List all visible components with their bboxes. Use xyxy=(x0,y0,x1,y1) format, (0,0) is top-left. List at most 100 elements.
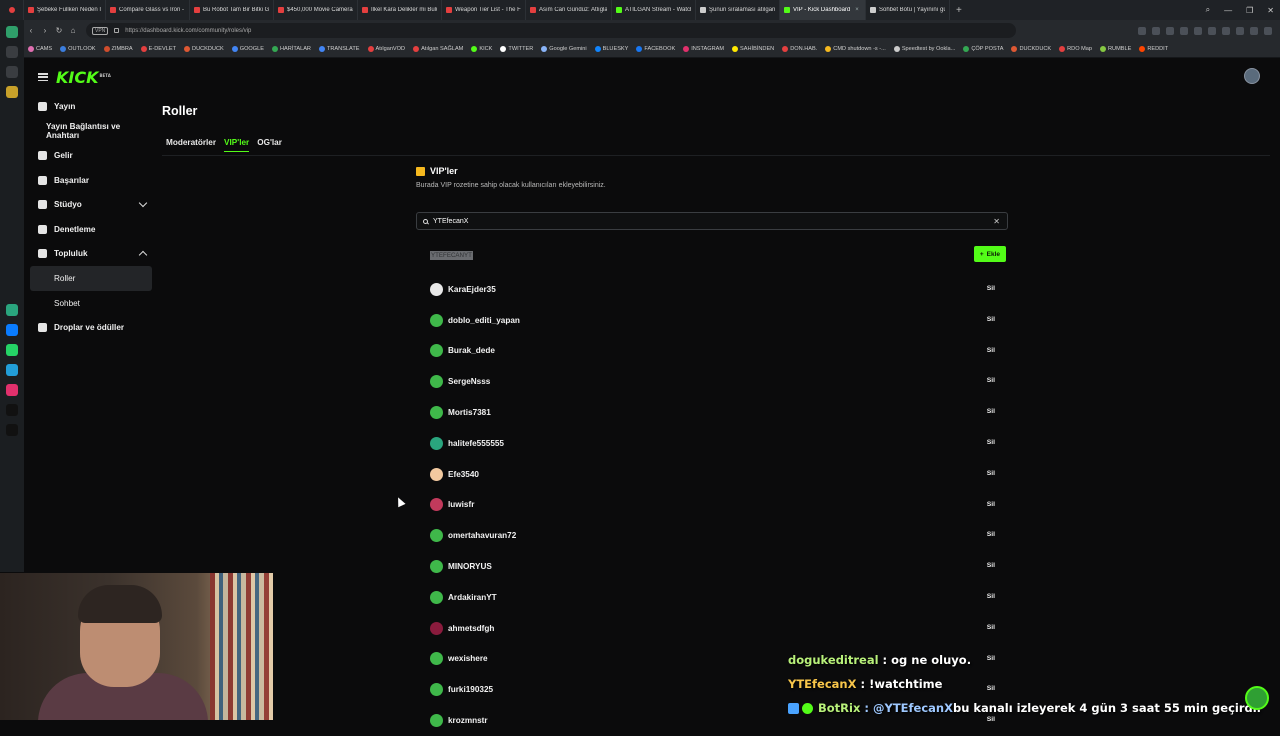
history-icon[interactable] xyxy=(6,66,18,78)
bookmark-item[interactable]: DUCKDUCK xyxy=(1007,46,1055,52)
vip-username[interactable]: wexishere xyxy=(448,654,488,663)
url-text[interactable]: https://dashboard.kick.com/community/rol… xyxy=(125,28,251,34)
remove-vip-button[interactable]: Sil xyxy=(987,531,995,538)
extension-icon[interactable] xyxy=(1180,26,1188,35)
sidebar-item-roller[interactable]: Roller xyxy=(30,266,152,291)
vip-username[interactable]: Burak_dede xyxy=(448,346,495,355)
browser-tab[interactable]: $450,000 Movie Camera xyxy=(274,0,358,20)
vip-search-input[interactable]: YTEfecanX ✕ xyxy=(416,212,1008,230)
sidebar-item-stdyo[interactable]: Stüdyo xyxy=(30,192,152,217)
remove-vip-button[interactable]: Sil xyxy=(987,501,995,508)
clear-search-icon[interactable]: ✕ xyxy=(993,217,1000,226)
bookmark-item[interactable]: FACEBOOK xyxy=(632,46,679,52)
sidebar-item-baarlar[interactable]: Başarılar xyxy=(30,168,152,193)
lock-icon[interactable] xyxy=(114,28,120,33)
tab-moderatrler[interactable]: Moderatörler xyxy=(166,138,216,152)
bookmark-item[interactable]: RUMBLE xyxy=(1096,46,1135,52)
new-tab-icon[interactable]: + xyxy=(950,5,968,16)
vip-username[interactable]: ahmetsdfgh xyxy=(448,624,494,633)
user-avatar[interactable] xyxy=(1244,68,1260,84)
remove-vip-button[interactable]: Sil xyxy=(987,408,995,415)
vip-username[interactable]: Efe3540 xyxy=(448,470,479,479)
browser-tab[interactable]: Weapon Tier List - The Fo xyxy=(442,0,526,20)
messenger-icon[interactable] xyxy=(6,324,18,336)
extension-icon[interactable] xyxy=(1236,26,1244,35)
sidebar-item-yayn[interactable]: Yayın Bağlantısı ve Anahtarı xyxy=(30,119,152,144)
vpn-badge[interactable]: VPN xyxy=(92,26,109,35)
bookmark-item[interactable]: REDDIT xyxy=(1135,46,1172,52)
search-tabs-icon[interactable]: ⌕ xyxy=(1206,5,1210,15)
browser-menu-icon[interactable] xyxy=(0,0,24,20)
remove-vip-button[interactable]: Sil xyxy=(987,285,995,292)
vip-username[interactable]: SergeNsss xyxy=(448,377,490,386)
extension-icon[interactable] xyxy=(1166,26,1174,35)
sidebar-item-denetleme[interactable]: Denetleme xyxy=(30,217,152,242)
vip-username[interactable]: luwisfr xyxy=(448,500,474,509)
sidebar-item-topluluk[interactable]: Topluluk xyxy=(30,242,152,267)
bookmark-item[interactable]: DUCKDUCK xyxy=(180,46,228,52)
close-window-icon[interactable]: ✕ xyxy=(1267,6,1274,15)
vip-username[interactable]: MINORYUS xyxy=(448,562,492,571)
bookmark-item[interactable]: ZIMBRA xyxy=(100,46,137,52)
vip-username[interactable]: Mortis7381 xyxy=(448,408,491,417)
bookmark-item[interactable]: OUTLOOK xyxy=(56,46,99,52)
menu-icon[interactable] xyxy=(38,73,48,81)
remove-vip-button[interactable]: Sil xyxy=(987,377,995,384)
whatsapp-icon[interactable] xyxy=(6,344,18,356)
workspace-icon[interactable] xyxy=(6,26,18,38)
bookmark-item[interactable]: BLUESKY xyxy=(591,46,633,52)
remove-vip-button[interactable]: Sil xyxy=(987,593,995,600)
extension-icon[interactable] xyxy=(1138,26,1146,35)
minimize-icon[interactable]: — xyxy=(1224,6,1232,15)
browser-tab[interactable]: Bu Robot Tam Bir Bitki Gi xyxy=(190,0,274,20)
bookmark-item[interactable]: Speedtest by Ookla... xyxy=(890,46,959,52)
chat-app-icon[interactable] xyxy=(6,304,18,316)
bookmark-item[interactable]: AtılganVOD xyxy=(364,46,410,52)
bookmark-item[interactable]: CAMS xyxy=(24,46,56,52)
bookmark-item[interactable]: RDO Map xyxy=(1055,46,1096,52)
extension-icon[interactable] xyxy=(1264,26,1272,35)
extension-icon[interactable] xyxy=(1194,26,1202,35)
kick-logo[interactable]: KICKBETA xyxy=(56,68,111,87)
remove-vip-button[interactable]: Sil xyxy=(987,470,995,477)
bookmark-item[interactable]: Google Gemini xyxy=(537,46,590,52)
url-field[interactable]: VPN https://dashboard.kick.com/community… xyxy=(86,23,1016,38)
vip-username[interactable]: KaraEjder35 xyxy=(448,285,496,294)
vip-username[interactable]: doblo_editi_yapan xyxy=(448,316,520,325)
bookmark-item[interactable]: CMD shutdown -s -... xyxy=(821,46,890,52)
vip-username[interactable]: halitefe555555 xyxy=(448,439,504,448)
vip-username[interactable]: krozmnstr xyxy=(448,716,488,725)
browser-tab[interactable]: VIP - Kick Dashboard × xyxy=(780,0,866,20)
vip-username[interactable]: ArdakiranYT xyxy=(448,593,497,602)
browser-tab[interactable]: Sohbet Botu | Yayınını gü xyxy=(866,0,950,20)
bookmark-item[interactable]: E-DEVLET xyxy=(137,46,180,52)
search-value[interactable]: YTEfecanX xyxy=(433,218,468,225)
remove-vip-button[interactable]: Sil xyxy=(987,439,995,446)
remove-vip-button[interactable]: Sil xyxy=(987,624,995,631)
chat-bubble-icon[interactable] xyxy=(1245,686,1269,710)
instagram-icon[interactable] xyxy=(6,384,18,396)
telegram-icon[interactable] xyxy=(6,364,18,376)
home-icon[interactable]: ⌂ xyxy=(66,26,80,35)
tiktok-icon[interactable] xyxy=(6,404,18,416)
tab-vipler[interactable]: VIP'ler xyxy=(224,138,250,152)
bookmark-item[interactable]: INSTAGRAM xyxy=(679,46,728,52)
bookmark-item[interactable]: TRANSLATE xyxy=(315,46,364,52)
extension-icon[interactable] xyxy=(1152,26,1160,35)
bookmark-item[interactable]: HARİTALAR xyxy=(268,46,315,52)
reload-icon[interactable]: ↻ xyxy=(52,26,66,35)
bookmark-item[interactable]: ÇÖP POSTA xyxy=(959,46,1007,52)
browser-tab[interactable]: ATILGAN Stream - Watch xyxy=(612,0,696,20)
vip-username[interactable]: furki190325 xyxy=(448,685,493,694)
add-vip-button[interactable]: + Ekle xyxy=(973,246,1006,262)
search-result[interactable]: YTEFECANYT xyxy=(430,251,473,260)
remove-vip-button[interactable]: Sil xyxy=(987,562,995,569)
maximize-icon[interactable]: ❐ xyxy=(1246,6,1253,15)
browser-tab[interactable]: Şebeke Fullken Neden İmi xyxy=(24,0,106,20)
close-tab-icon[interactable]: × xyxy=(855,7,859,13)
sidebar-item-gelir[interactable]: Gelir xyxy=(30,143,152,168)
x-icon[interactable] xyxy=(6,424,18,436)
bookmark-item[interactable]: TWITTER xyxy=(496,46,537,52)
extension-icon[interactable] xyxy=(1208,26,1216,35)
bookmark-item[interactable]: Atılgan SAĞLAM xyxy=(409,46,467,52)
